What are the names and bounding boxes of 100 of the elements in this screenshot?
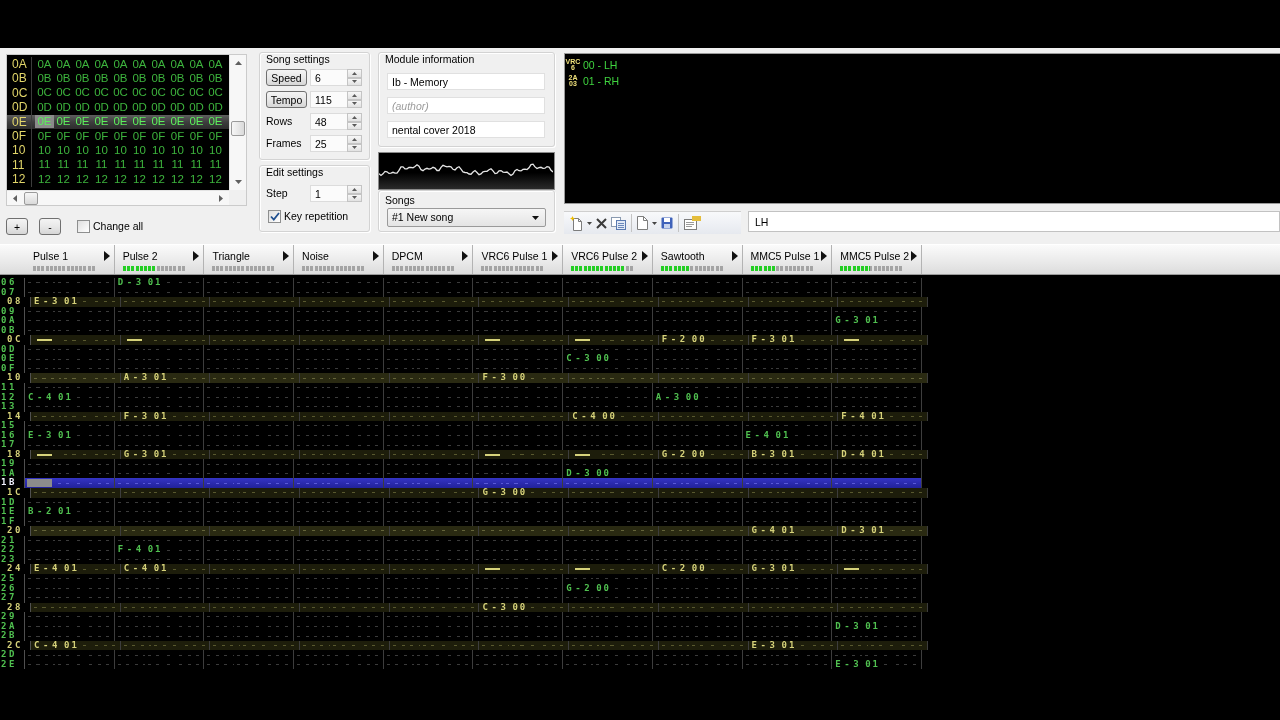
pattern-number[interactable]: 12 xyxy=(187,172,206,186)
pattern-number[interactable]: 10 xyxy=(35,144,54,158)
frame-row[interactable]: 0F 0F 0F 0F 0F 0F 0F 0F 0F 0F 0F xyxy=(7,128,229,144)
checkbox[interactable] xyxy=(77,220,90,233)
number-field[interactable]: 1 xyxy=(310,185,347,202)
frame-row[interactable]: 0A 0A 0A 0A 0A 0A 0A 0A 0A 0A 0A xyxy=(7,57,229,72)
number-field[interactable]: 6 xyxy=(310,69,347,86)
channel-header[interactable]: DPCM xyxy=(383,245,474,274)
pattern-number[interactable]: 0C xyxy=(54,86,73,100)
pattern-number[interactable]: 0F xyxy=(92,129,111,143)
pattern-number[interactable]: 0A xyxy=(168,57,187,71)
spin-up-button[interactable] xyxy=(347,135,362,144)
pattern-number[interactable]: 0E xyxy=(149,115,168,129)
frame-row[interactable]: 0E 0E 0E 0E 0E 0E 0E 0E 0E 0E 0E xyxy=(7,114,229,129)
pattern-number[interactable]: 0A xyxy=(111,57,130,71)
frame-row[interactable]: 0B 0B 0B 0B 0B 0B 0B 0B 0B 0B 0B xyxy=(7,71,229,86)
pattern-number[interactable]: 0F xyxy=(111,129,130,143)
pattern-number[interactable]: 0C xyxy=(206,86,225,100)
pattern-number[interactable]: 0C xyxy=(35,86,54,100)
pattern-number[interactable]: 0F xyxy=(54,129,73,143)
pattern-number[interactable]: 10 xyxy=(54,144,73,158)
spin-up-button[interactable] xyxy=(347,91,362,100)
pattern-number[interactable]: 12 xyxy=(168,172,187,186)
pattern-number[interactable]: 0A xyxy=(187,57,206,71)
pattern-number[interactable]: 0B xyxy=(54,72,73,86)
instrument-name-field[interactable]: LH xyxy=(748,211,1280,232)
pattern-number[interactable]: 0B xyxy=(92,72,111,86)
pattern-number[interactable]: 0F xyxy=(130,129,149,143)
pattern-number[interactable]: 11 xyxy=(168,158,187,172)
pattern-number[interactable]: 0B xyxy=(73,72,92,86)
channel-header[interactable]: VRC6 Pulse 2 xyxy=(563,245,653,274)
pattern-number[interactable]: 0F xyxy=(168,129,187,143)
pattern-number[interactable]: 10 xyxy=(187,144,206,158)
pattern-number[interactable]: 12 xyxy=(206,172,225,186)
pattern-number[interactable]: 0F xyxy=(206,129,225,143)
text-field[interactable]: Ib - Memory xyxy=(387,73,545,90)
pattern-number[interactable]: 12 xyxy=(73,172,92,186)
pattern-number[interactable]: 0A xyxy=(149,57,168,71)
channel-header[interactable]: Noise xyxy=(294,245,384,274)
pattern-number[interactable]: 0D xyxy=(73,100,92,114)
channel-header[interactable]: Pulse 1 xyxy=(25,245,115,274)
pattern-number[interactable]: 10 xyxy=(111,144,130,158)
pattern-number[interactable]: 0C xyxy=(130,86,149,100)
pattern-number[interactable]: 0D xyxy=(149,100,168,114)
pattern-number[interactable]: 0F xyxy=(149,129,168,143)
spin-down-button[interactable] xyxy=(347,193,362,202)
pattern-number[interactable]: 11 xyxy=(206,158,225,172)
pattern-number[interactable]: 11 xyxy=(54,158,73,172)
pattern-number[interactable]: 11 xyxy=(111,158,130,172)
pattern-number[interactable]: 12 xyxy=(35,172,54,186)
horizontal-scrollbar[interactable] xyxy=(7,190,229,205)
channel-header[interactable]: VRC6 Pulse 1 xyxy=(473,245,564,274)
frame-row[interactable]: 11 11 11 11 11 11 11 11 11 11 11 xyxy=(7,157,229,173)
pattern-number[interactable]: 11 xyxy=(35,158,54,172)
instrument-name[interactable]: 01 - RH xyxy=(583,74,620,88)
frame-row[interactable]: 12 12 12 12 12 12 12 12 12 12 12 xyxy=(7,172,229,187)
pattern-number[interactable]: 11 xyxy=(187,158,206,172)
pattern-number[interactable]: 0A xyxy=(73,57,92,71)
pattern-number[interactable]: 12 xyxy=(111,172,130,186)
pattern-number[interactable]: 10 xyxy=(168,144,187,158)
pattern-number[interactable]: 0F xyxy=(73,129,92,143)
pattern-number[interactable]: 0C xyxy=(149,86,168,100)
pattern-number[interactable]: 0A xyxy=(206,57,225,71)
pattern-number[interactable]: 11 xyxy=(149,158,168,172)
pattern-number[interactable]: 0B xyxy=(130,72,149,86)
scroll-thumb[interactable] xyxy=(231,121,245,136)
frame-row[interactable]: 0D 0D 0D 0D 0D 0D 0D 0D 0D 0D 0D xyxy=(7,100,229,115)
pattern-number[interactable]: 0A xyxy=(92,57,111,71)
text-field[interactable]: (author) xyxy=(387,97,545,114)
pattern-number[interactable]: 0B xyxy=(149,72,168,86)
channel-header[interactable]: Sawtooth xyxy=(652,245,743,274)
pattern-number[interactable]: 11 xyxy=(92,158,111,172)
spin-down-button[interactable] xyxy=(347,143,362,152)
pattern-number[interactable]: 0D xyxy=(54,100,73,114)
pattern-number[interactable]: 12 xyxy=(130,172,149,186)
pattern-number[interactable]: 0C xyxy=(73,86,92,100)
pattern-number[interactable]: 10 xyxy=(73,144,92,158)
pattern-number[interactable]: 12 xyxy=(54,172,73,186)
pattern-number[interactable]: 10 xyxy=(130,144,149,158)
setting-button[interactable]: Speed xyxy=(266,69,307,86)
pattern-number[interactable]: 0E xyxy=(111,115,130,129)
text-field[interactable]: nental cover 2018 xyxy=(387,121,545,138)
pattern-number[interactable]: 0D xyxy=(168,100,187,114)
number-field[interactable]: 115 xyxy=(310,91,347,108)
pattern-number[interactable]: 0F xyxy=(187,129,206,143)
pattern-number[interactable]: 0C xyxy=(168,86,187,100)
pattern-number[interactable]: 11 xyxy=(73,158,92,172)
vertical-scrollbar[interactable] xyxy=(229,55,246,190)
pattern-number[interactable]: 0E xyxy=(73,115,92,129)
pattern-number[interactable]: 0B xyxy=(35,72,54,86)
pattern-number[interactable]: 0E xyxy=(168,115,187,129)
pattern-number[interactable]: 11 xyxy=(130,158,149,172)
pattern-number[interactable]: 0E xyxy=(187,115,206,129)
pattern-number[interactable]: 0F xyxy=(35,129,54,143)
channel-header[interactable]: MMC5 Pulse 2 xyxy=(832,245,922,274)
pattern-number[interactable]: 0D xyxy=(187,100,206,114)
checkbox[interactable] xyxy=(268,210,281,223)
channel-header[interactable]: Pulse 2 xyxy=(114,245,205,274)
frame-row[interactable]: 10 10 10 10 10 10 10 10 10 10 10 xyxy=(7,143,229,158)
pattern-number[interactable]: 10 xyxy=(149,144,168,158)
